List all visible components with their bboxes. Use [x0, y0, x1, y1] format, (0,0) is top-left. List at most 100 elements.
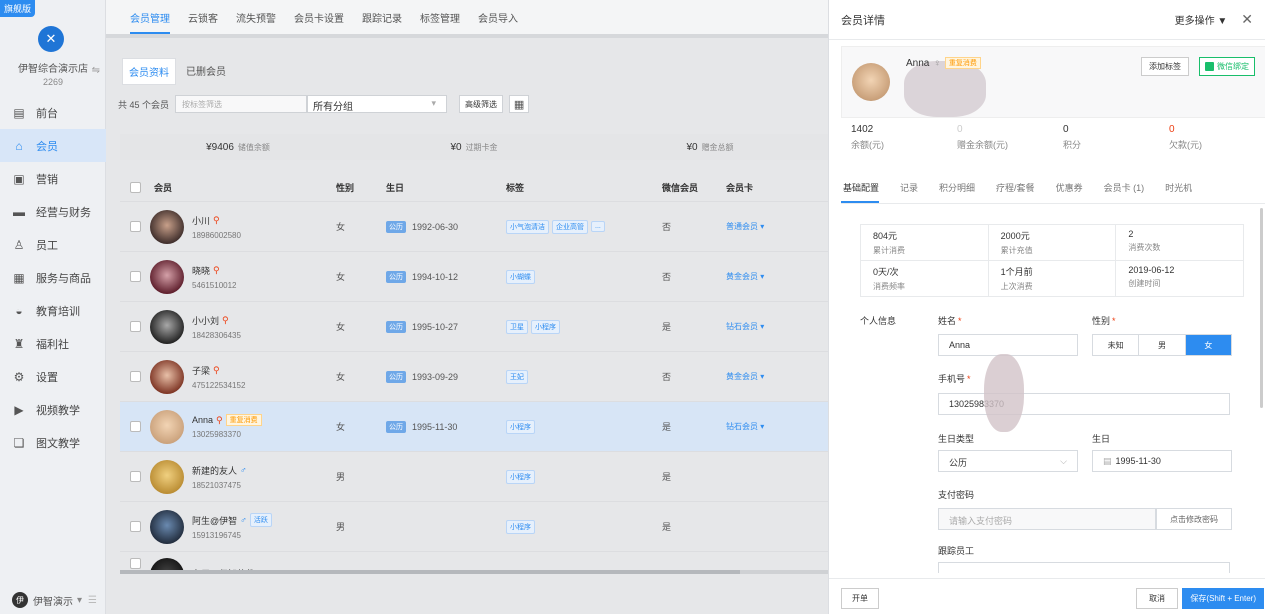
birthday-field[interactable]: ▤ 1995-11-30 [1092, 450, 1232, 472]
member-name[interactable]: 晓晓 ⚲ [192, 264, 237, 277]
row-checkbox[interactable] [130, 221, 141, 232]
table-row[interactable]: 小小刘 ⚲ 18428306435 女公历 1995-10-27 卫星 小程序是钻石会员 ▾ [120, 301, 828, 351]
detail-tab-1[interactable]: 记录 [900, 176, 918, 203]
subtab-1[interactable]: 已删会员 [180, 58, 232, 85]
member-name[interactable]: Anna ⚲ 重复消费 [192, 414, 262, 426]
member-name[interactable]: 小川 ⚲ [192, 214, 241, 227]
name-field[interactable]: Anna [938, 334, 1078, 356]
member-name[interactable]: 新建的友人 ♂ [192, 464, 247, 477]
avatar[interactable] [150, 459, 184, 494]
change-password-button[interactable]: 点击修改密码 [1156, 508, 1232, 530]
tag-badge[interactable]: 小程序 [506, 419, 535, 434]
payment-password-input[interactable]: 请输入支付密码 [938, 508, 1156, 530]
cancel-button[interactable]: 取消 [1136, 588, 1178, 609]
sidebar-item-3[interactable]: ▬ 经营与财务 [0, 195, 106, 228]
sidebar-item-6[interactable]: ◒ 教育培训 [0, 294, 106, 327]
table-row[interactable]: 小川 ⚲ 18986002580 女公历 1992-06-30 小气泡清洁 企业高管... 否… [120, 201, 828, 251]
avatar[interactable] [150, 509, 184, 544]
row-checkbox[interactable] [130, 558, 141, 569]
avatar[interactable] [150, 409, 184, 444]
grid-view-icon[interactable]: ▦ [509, 95, 530, 113]
detail-tab-4[interactable]: 优惠券 [1056, 176, 1083, 203]
sidebar-item-2[interactable]: ▣ 营销 [0, 162, 106, 195]
tag-badge[interactable]: 小蝴蝶 [506, 269, 535, 284]
tag-badge[interactable]: 王妃 [506, 369, 528, 384]
switch-icon[interactable]: ⇋ [92, 65, 100, 77]
tab-5[interactable]: 标签管理 [420, 10, 460, 34]
card-cell[interactable]: 钻石会员 ▾ [726, 421, 826, 432]
row-checkbox[interactable] [130, 371, 141, 382]
detail-tab-5[interactable]: 会员卡 (1) [1104, 176, 1145, 203]
chevron-down-icon[interactable]: ▾ [77, 595, 82, 606]
card-cell[interactable]: 黄金会员 ▾ [726, 371, 826, 382]
tag-badge[interactable]: 卫星 [506, 319, 528, 334]
member-name[interactable]: 小小刘 ⚲ [192, 314, 241, 327]
card-cell[interactable]: 普通会员 ▾ [726, 221, 826, 232]
row-checkbox[interactable] [130, 471, 141, 482]
avatar[interactable] [852, 63, 890, 101]
sidebar-item-4[interactable]: ♙ 员工 [0, 228, 106, 261]
gender-unknown-option[interactable]: 未知 [1093, 335, 1138, 355]
sidebar-item-8[interactable]: ⚙ 设置 [0, 360, 106, 393]
birthday-type-select[interactable]: 公历 ⌵ [938, 450, 1078, 472]
detail-tab-0[interactable]: 基础配置 [841, 176, 880, 203]
table-row[interactable]: Anna ⚲ 重复消费 13025983370 女 公历 1995-11-30 小程序 是 钻石会… [120, 401, 828, 451]
close-icon[interactable]: ✕ [1241, 11, 1253, 28]
tab-2[interactable]: 流失预警 [236, 10, 276, 34]
tag-badge[interactable]: 企业高管 [552, 219, 588, 234]
tab-3[interactable]: 会员卡设置 [294, 10, 344, 34]
gender-female-option[interactable]: 女 [1184, 335, 1231, 355]
tab-4[interactable]: 跟踪记录 [362, 10, 402, 34]
tab-0[interactable]: 会员管理 [130, 10, 170, 34]
tag-badge[interactable]: 小程序 [506, 519, 535, 534]
sidebar-item-1[interactable]: ⌂ 会员 [0, 129, 106, 162]
sidebar-item-7[interactable]: ♜ 福利社 [0, 327, 106, 360]
card-cell[interactable]: 黄金会员 ▾ [726, 271, 826, 282]
detail-tab-3[interactable]: 疗程/套餐 [996, 176, 1035, 203]
chevron-down-icon[interactable]: ▾ [758, 272, 764, 281]
tag-badge[interactable]: 小气泡清洁 [506, 219, 549, 234]
open-order-button[interactable]: 开单 [841, 588, 879, 609]
chevron-down-icon[interactable]: ▾ [758, 222, 764, 231]
chevron-down-icon[interactable]: ▾ [758, 322, 764, 331]
tag-badge[interactable]: 小程序 [506, 469, 535, 484]
sidebar-item-10[interactable]: ❏ 图文教学 [0, 426, 106, 459]
row-checkbox[interactable] [130, 321, 141, 332]
add-tag-button[interactable]: 添加标签 [1141, 57, 1189, 76]
detail-tab-6[interactable]: 时光机 [1165, 176, 1192, 203]
tag-badge[interactable]: 小程序 [531, 319, 560, 334]
phone-field[interactable]: 13025983370 [938, 393, 1230, 415]
table-row[interactable]: 阿生@伊智 ♂ 活跃 15913196745 男 小程序 是 [120, 501, 828, 551]
gender-male-option[interactable]: 男 [1138, 335, 1184, 355]
avatar[interactable] [150, 209, 184, 244]
tag-badge[interactable]: ... [591, 221, 605, 232]
sidebar-item-9[interactable]: ▶ 视频教学 [0, 393, 106, 426]
tab-6[interactable]: 会员导入 [478, 10, 518, 34]
group-select[interactable]: 所有分组 [307, 95, 448, 113]
table-row[interactable]: 晓晓 ⚲ 5461510012 女 公历 1994-10-12 小蝴蝶 否 黄金会员 ▾ [120, 251, 828, 301]
more-actions-dropdown[interactable]: 更多操作 ▼ [1175, 12, 1228, 27]
store-switcher[interactable]: 伊智综合演示店 ⇋ 2269 [0, 64, 106, 88]
tag-filter-input[interactable]: 按标签筛选 [175, 95, 308, 113]
select-all-checkbox[interactable] [130, 182, 141, 193]
wechat-bind-button[interactable]: 微信绑定 [1199, 57, 1255, 76]
row-checkbox[interactable] [130, 521, 141, 532]
member-name[interactable]: 阿生@伊智 ♂ 活跃 [192, 513, 272, 527]
table-row[interactable]: 新建的友人 ♂ 18521037475 男 小程序 是 [120, 451, 828, 501]
sidebar-item-5[interactable]: ▦ 服务与商品 [0, 261, 106, 294]
avatar[interactable] [150, 309, 184, 344]
table-row[interactable]: 东子@伊智软件♂ [120, 551, 828, 571]
card-cell[interactable]: 钻石会员 ▾ [726, 321, 826, 332]
horizontal-scrollbar[interactable] [120, 570, 828, 574]
chevron-down-icon[interactable]: ▾ [758, 422, 764, 431]
save-button[interactable]: 保存(Shift + Enter) [1182, 588, 1264, 609]
subtab-0[interactable]: 会员资料 [122, 58, 176, 85]
detail-tab-2[interactable]: 积分明细 [939, 176, 975, 203]
avatar[interactable] [150, 359, 184, 394]
row-checkbox[interactable] [130, 271, 141, 282]
advanced-filter-button[interactable]: 高级筛选 [459, 95, 504, 113]
avatar[interactable] [150, 259, 184, 294]
tab-1[interactable]: 云锁客 [188, 10, 218, 34]
row-checkbox[interactable] [130, 421, 141, 432]
staff-select[interactable] [938, 562, 1230, 573]
